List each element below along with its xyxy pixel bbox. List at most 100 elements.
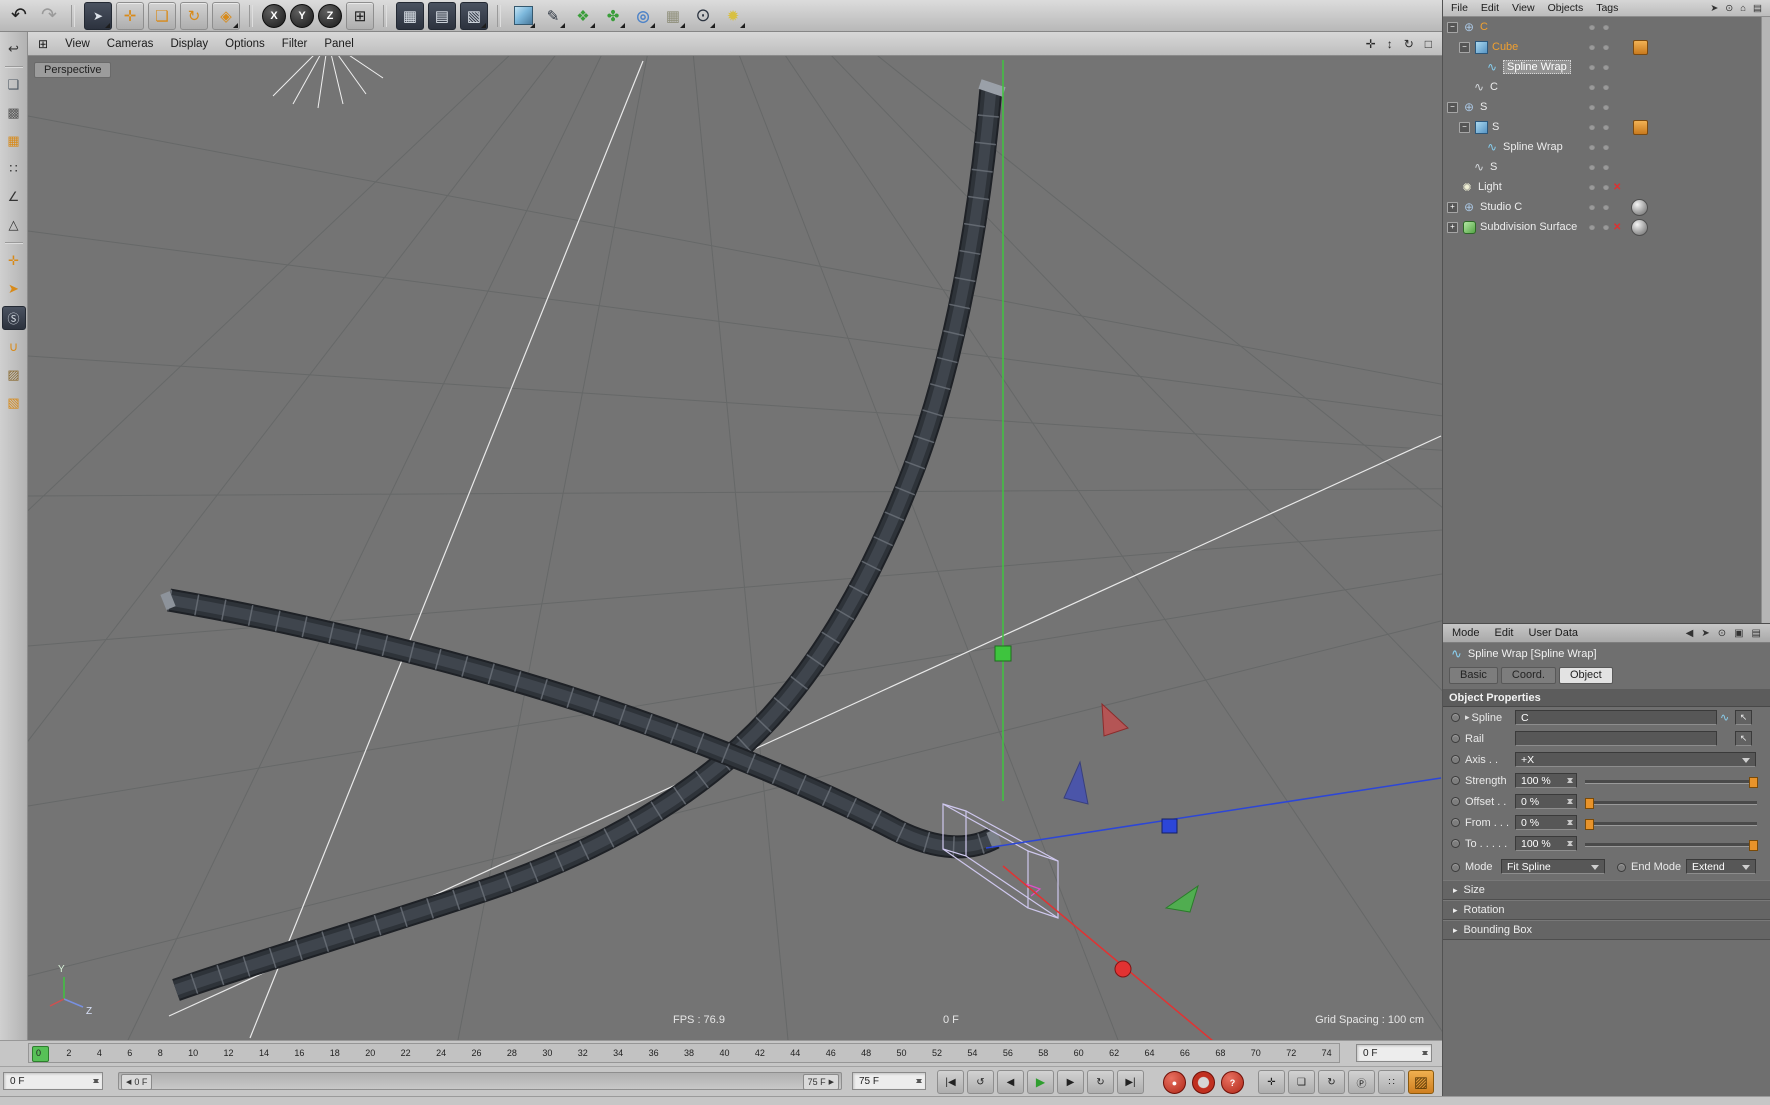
mode-dropdown[interactable]: Fit Spline xyxy=(1501,859,1605,874)
lock-z-button[interactable]: Z xyxy=(318,3,342,28)
polygons-mode-icon[interactable]: △ xyxy=(3,214,25,236)
material-thumbnail[interactable] xyxy=(1631,198,1648,216)
home-icon[interactable]: ⌂ xyxy=(1740,3,1746,14)
redo-button[interactable]: ↷ xyxy=(36,4,62,27)
rotate-tool[interactable]: ↻ xyxy=(180,1,208,30)
previous-frame-button[interactable]: ◀ xyxy=(997,1070,1024,1094)
collapse-icon[interactable]: − xyxy=(1447,101,1458,113)
x-axis-handle[interactable] xyxy=(1114,960,1132,978)
animation-dot[interactable] xyxy=(1451,776,1460,785)
animation-dot[interactable] xyxy=(1617,862,1626,872)
tab-basic[interactable]: Basic xyxy=(1449,667,1498,684)
texture-paint-icon[interactable]: ▨ xyxy=(3,364,25,386)
visibility-dots[interactable] xyxy=(1589,124,1609,130)
expand-icon[interactable]: + xyxy=(1447,221,1458,233)
object-label[interactable]: Light xyxy=(1478,181,1502,193)
move-tool[interactable]: ✛ xyxy=(116,1,144,30)
visibility-dots[interactable] xyxy=(1589,204,1609,210)
rail-link-field[interactable] xyxy=(1515,731,1717,746)
from-slider[interactable] xyxy=(1585,819,1757,830)
menu-view[interactable]: View xyxy=(65,38,90,50)
visibility-dots[interactable] xyxy=(1589,224,1609,230)
camera-label[interactable]: Perspective xyxy=(34,62,112,78)
menu-panel[interactable]: Panel xyxy=(324,38,353,50)
collapse-icon[interactable]: − xyxy=(1459,121,1470,133)
tree-item-c-spline[interactable]: ∿ C xyxy=(1443,77,1770,97)
disabled-x-icon[interactable]: ✕ xyxy=(1613,222,1621,233)
axis-dropdown[interactable]: +X xyxy=(1515,752,1756,767)
add-spline-button[interactable]: ✎ xyxy=(540,3,566,29)
play-reverse-button[interactable]: ↺ xyxy=(967,1070,994,1094)
xpresso-tag-icon[interactable] xyxy=(1633,119,1648,135)
visibility-dots[interactable] xyxy=(1589,104,1609,110)
paint-button[interactable]: ▨ xyxy=(1408,1070,1434,1094)
xpresso-tag-icon[interactable] xyxy=(1633,39,1648,55)
tree-item-light[interactable]: ✺ Light ✕ xyxy=(1443,177,1770,197)
dolly-view-icon[interactable]: ↕ xyxy=(1387,37,1393,51)
live-selection-tool[interactable]: ➤ xyxy=(84,1,112,30)
menu-options[interactable]: Options xyxy=(225,38,265,50)
frame-ruler[interactable]: 0 2 4 6 8 10 12 14 16 18 20 22 24 26 28 30 32 34 36 38 40 42 4… xyxy=(28,1043,1340,1063)
pick-object-button[interactable]: ↖ xyxy=(1735,710,1752,725)
material-thumbnail[interactable] xyxy=(1631,218,1648,236)
goto-start-button[interactable]: |◀ xyxy=(937,1070,964,1094)
strength-slider[interactable] xyxy=(1585,777,1758,788)
visibility-dots[interactable] xyxy=(1589,164,1609,170)
panel-icon[interactable]: ▤ xyxy=(1753,3,1762,14)
play-button[interactable]: ▶ xyxy=(1027,1070,1054,1094)
menu-edit[interactable]: Edit xyxy=(1481,2,1499,14)
lock-x-button[interactable]: X xyxy=(262,3,286,28)
search-icon[interactable]: ⊙ xyxy=(1718,628,1726,639)
y-axis-handle[interactable] xyxy=(994,645,1012,662)
loop-button[interactable]: ↻ xyxy=(1087,1070,1114,1094)
pan-view-icon[interactable]: ✛ xyxy=(1366,37,1376,51)
tree-item-s-spline[interactable]: ∿ S xyxy=(1443,157,1770,177)
render-picture-viewer-button[interactable]: ▤ xyxy=(428,1,456,30)
undo-history-icon[interactable]: ↩ xyxy=(3,38,25,60)
object-label[interactable]: S xyxy=(1490,161,1497,173)
move-keys-button[interactable]: ✛ xyxy=(1258,1070,1285,1094)
end-mode-dropdown[interactable]: Extend xyxy=(1686,859,1756,874)
uv-mode-icon[interactable]: ▧ xyxy=(3,392,25,414)
object-label[interactable]: S xyxy=(1480,101,1487,113)
animation-dot[interactable] xyxy=(1451,839,1460,848)
object-label[interactable]: Subdivision Surface xyxy=(1480,221,1577,233)
menu-cameras[interactable]: Cameras xyxy=(107,38,154,50)
visibility-dots[interactable] xyxy=(1589,184,1609,190)
viewport-solo-icon[interactable]: ➤ xyxy=(3,278,25,300)
autokey-button[interactable] xyxy=(1192,1071,1215,1094)
visibility-dots[interactable] xyxy=(1589,64,1609,70)
object-manager-scrollbar[interactable] xyxy=(1761,17,1770,624)
menu-view[interactable]: View xyxy=(1512,2,1535,14)
add-mograph-button[interactable]: ✤ xyxy=(600,3,626,29)
current-frame-field[interactable]: 0 F xyxy=(1356,1044,1432,1062)
back-icon[interactable]: ◀ xyxy=(1686,628,1694,639)
parameter-record-button[interactable]: Ⓟ xyxy=(1348,1070,1375,1094)
to-input[interactable]: 100 % xyxy=(1515,836,1577,851)
add-generator-button[interactable]: ❖ xyxy=(570,3,596,29)
viewport-menu-icon[interactable]: ⊞ xyxy=(38,37,48,51)
range-end-handle[interactable]: 75 F ▶ xyxy=(802,1074,839,1090)
collapse-icon[interactable]: − xyxy=(1459,41,1470,53)
tree-item-spline-wrap-2[interactable]: ∿ Spline Wrap xyxy=(1443,137,1770,157)
scale-tool[interactable]: ❏ xyxy=(148,1,176,30)
collapse-icon[interactable]: − xyxy=(1447,21,1458,33)
toggle-view-icon[interactable]: □ xyxy=(1425,37,1432,51)
object-label[interactable]: Spline Wrap xyxy=(1503,60,1571,74)
visibility-dots[interactable] xyxy=(1589,44,1609,50)
rotate-keys-button[interactable]: ↻ xyxy=(1318,1070,1345,1094)
from-input[interactable]: 0 % xyxy=(1515,815,1577,830)
offset-input[interactable]: 0 % xyxy=(1515,794,1577,809)
tree-item-subdivision-surface[interactable]: + Subdivision Surface ✕ xyxy=(1443,217,1770,237)
menu-objects[interactable]: Objects xyxy=(1548,2,1584,14)
enable-axis-icon[interactable]: ✛ xyxy=(3,250,25,272)
last-used-tool[interactable]: ◈ xyxy=(212,1,240,30)
magnet-icon[interactable]: ∪ xyxy=(3,336,25,358)
z-axis-handle[interactable] xyxy=(1161,818,1178,834)
animation-dot[interactable] xyxy=(1451,818,1460,827)
animation-dot[interactable] xyxy=(1451,755,1460,764)
spline-link-field[interactable]: C xyxy=(1515,710,1717,725)
texture-mode-icon[interactable]: ▩ xyxy=(3,102,25,124)
tree-item-cube[interactable]: − Cube xyxy=(1443,37,1770,57)
tree-item-s-cube[interactable]: − S xyxy=(1443,117,1770,137)
